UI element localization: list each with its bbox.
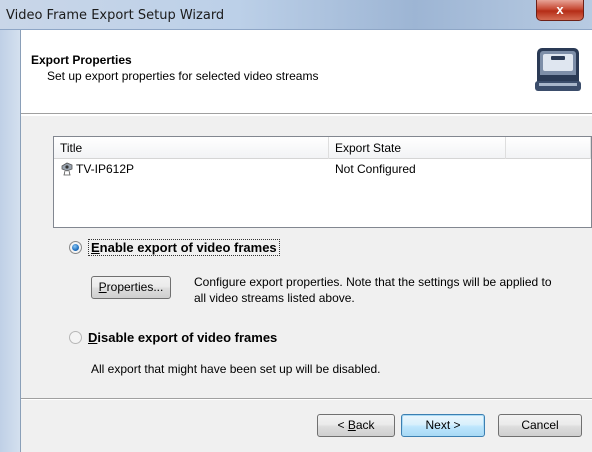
list-item[interactable]: TV-IP612P Not Configured [54,160,591,178]
page-subtitle: Set up export properties for selected vi… [47,69,319,83]
footer-divider-highlight [21,399,592,400]
enable-access-key: E [91,240,100,255]
disable-export-radio[interactable]: Disable export of video frames [69,329,277,347]
properties-button[interactable]: Properties... [91,276,171,299]
list-item-title-cell: TV-IP612P [60,160,320,178]
properties-description-line2: all video streams listed above. [194,291,355,305]
disable-export-label: Disable export of video frames [88,330,277,345]
radio-disable-indicator[interactable] [69,331,82,344]
disable-label-text: isable export of video frames [97,330,278,345]
back-prefix: < [337,418,348,432]
enable-export-radio[interactable]: Enable export of video frames [69,239,280,257]
window-frame-left [0,30,20,452]
close-icon: x [556,2,564,17]
window-title-bar: Video Frame Export Setup Wizard x [0,0,592,30]
stream-export-state: Not Configured [335,162,416,176]
back-label-text: ack [355,418,375,432]
wizard-header: Export Properties Set up export properti… [21,30,592,114]
radio-enable-indicator[interactable] [69,241,82,254]
disable-description: All export that might have been set up w… [91,362,381,376]
properties-access-key: P [98,280,107,294]
properties-description: Configure export properties. Note that t… [194,274,589,306]
properties-label-text: roperties... [106,280,164,294]
briefcase-icon [535,48,581,91]
stream-list[interactable]: Title Export State TV-IP612P Not Configu… [53,136,592,228]
back-button[interactable]: < Back [317,414,395,437]
enable-export-label: Enable export of video frames [88,239,280,256]
column-header-export-state[interactable]: Export State [329,137,506,159]
cancel-button[interactable]: Cancel [498,414,582,437]
window-title: Video Frame Export Setup Wizard [6,8,225,23]
stream-title: TV-IP612P [76,162,135,176]
column-header-title[interactable]: Title [54,137,329,159]
disable-access-key: D [88,330,98,345]
back-access-key: B [347,418,356,432]
page-title: Export Properties [31,53,132,67]
wizard-body: Title Export State TV-IP612P Not Configu… [21,116,592,452]
close-button[interactable]: x [536,0,584,21]
camera-icon [61,162,73,176]
list-header: Title Export State [54,137,591,159]
properties-description-line1: Configure export properties. Note that t… [194,275,552,289]
next-button[interactable]: Next > [401,414,485,437]
enable-label-text: nable export of video frames [99,240,277,255]
column-header-empty[interactable] [506,137,591,159]
